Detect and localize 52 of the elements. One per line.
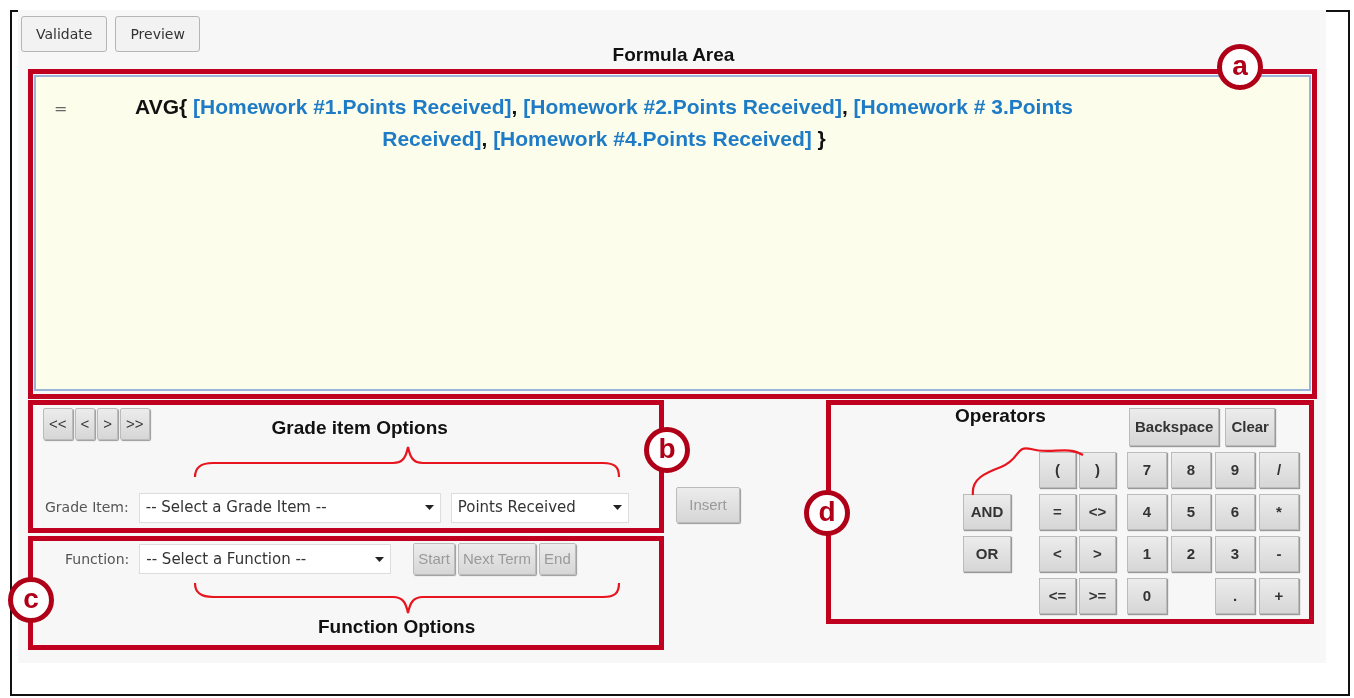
key-button[interactable]: 3 [1215,536,1255,572]
section-title: Formula Area [612,43,735,67]
key-button[interactable]: 6 [1215,494,1255,530]
key-button[interactable]: 5 [1171,494,1211,530]
nav-button[interactable]: >> [120,408,150,440]
field-dropdown[interactable]: Points Received [450,492,629,523]
operator-button[interactable]: <> [1079,494,1116,530]
caret-icon [612,505,622,510]
operator-button[interactable]: <= [1039,578,1076,614]
key-button[interactable]: + [1259,578,1299,614]
grade-item-dropdown[interactable]: -- Select a Grade Item -- [138,492,441,523]
callout-label: c [8,577,54,623]
key-button[interactable]: / [1259,452,1299,488]
field-label: Function: [65,549,130,569]
callout-label: a [1217,44,1263,90]
nav-button[interactable]: < [74,408,96,440]
key-button[interactable]: 9 [1215,452,1255,488]
equals-sign: = [54,98,69,120]
key-button[interactable]: - [1259,536,1299,572]
function-dropdown[interactable]: -- Select a Function -- [139,544,392,574]
operator-button[interactable]: ) [1079,452,1116,488]
key-button[interactable]: 7 [1127,452,1167,488]
operator-button[interactable]: < [1039,536,1076,572]
key-button[interactable]: 0 [1127,578,1167,614]
key-button[interactable]: 8 [1171,452,1211,488]
key-button[interactable]: * [1259,494,1299,530]
button[interactable]: Validate [21,16,108,52]
nav-button[interactable]: << [43,408,73,440]
key-button[interactable]: 1 [1127,536,1167,572]
section-title: Operators [955,404,1047,428]
operator-button[interactable]: ( [1039,452,1076,488]
formula-text: AVG{ [Homework #1.Points Received], [Homework #2.Points Received], [Homework # 3.Points Received], [Homework #4.Points Received] } [134,94,1074,152]
operator-button[interactable]: = [1039,494,1076,530]
button[interactable]: Preview [115,16,200,52]
key-button[interactable]: . [1215,578,1255,614]
key-button[interactable]: Backspace [1129,408,1220,446]
operator-button[interactable]: OR [963,536,1011,572]
key-button[interactable]: Clear [1225,408,1275,446]
section-title: Function Options [318,615,477,639]
field-label: Grade Item: [45,498,129,517]
operator-button[interactable]: >= [1079,578,1116,614]
callout-label: b [644,427,690,473]
callout-label: d [804,490,850,536]
key-button[interactable]: 4 [1127,494,1167,530]
section-title: Grade item Options [271,416,448,440]
caret-icon [375,556,385,562]
caret-icon [424,505,434,510]
operator-button[interactable]: > [1079,536,1116,572]
key-button[interactable]: 2 [1171,536,1211,572]
formula-editor[interactable]: = AVG{ [Homework #1.Points Received], [Homework #2.Points Received], [Homework # 3.Points Received], [Homework #4.Points Received] } [34,75,1311,391]
nav-button[interactable]: > [97,408,119,440]
operator-button[interactable]: AND [963,494,1011,530]
